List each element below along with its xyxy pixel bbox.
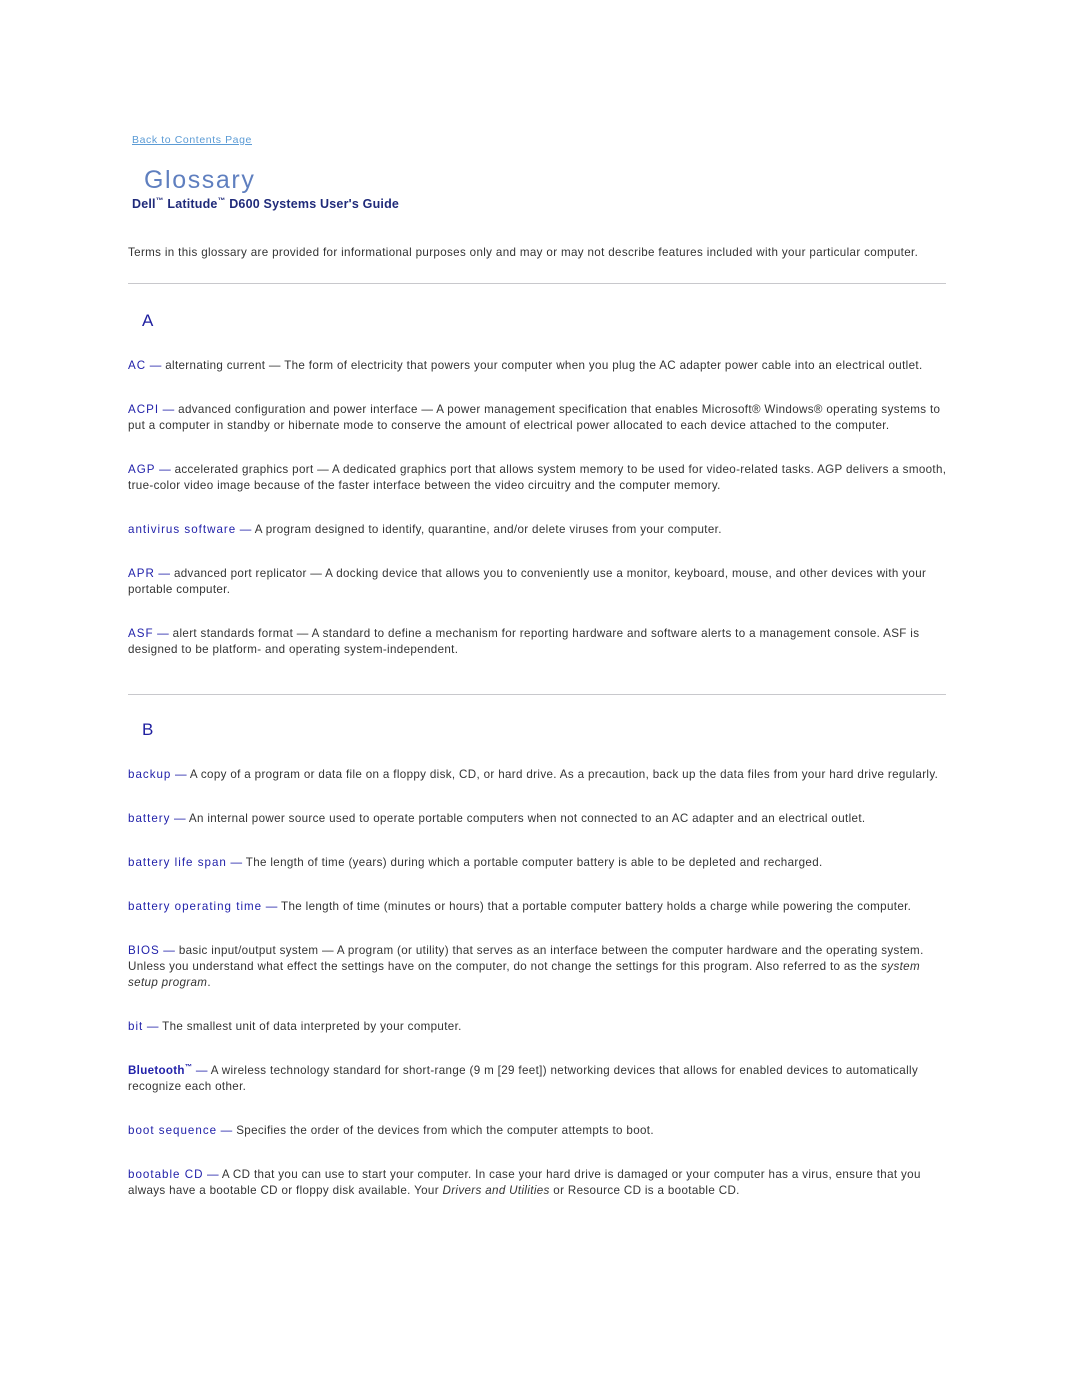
entry-term: ACPI [128,403,160,416]
glossary-entry-ac: AC — alternating current — The form of e… [128,358,950,374]
glossary-entry-battery-operating-time: battery operating time — The length of t… [128,899,950,915]
entry-dash: — [174,812,186,825]
entry-definition: advanced port replicator — A docking dev… [128,567,927,596]
entry-dash: — [157,627,170,640]
page-title: Glossary [144,166,256,194]
entry-dash: — [163,944,176,957]
entry-dash: — [220,1124,233,1137]
entry-definition: alert standards format — A standard to d… [128,627,920,656]
entry-list-b: backup — A copy of a program or data fil… [128,767,960,1199]
glossary-entry-agp: AGP — accelerated graphics port — A dedi… [128,462,950,494]
subtitle-latitude: Latitude [163,197,218,211]
back-to-contents-row: Back to Contents Page [132,130,960,148]
entry-dash: — [174,768,187,781]
subtitle-rest: D600 Systems User's Guide [225,197,400,211]
entry-definition: A copy of a program or data file on a fl… [189,768,939,781]
entry-dash: — [146,1020,159,1033]
trademark-icon: ™ [155,195,164,205]
trademark-icon: ™ [184,1062,193,1072]
glossary-page: Back to Contents Page Glossary Dell™ Lat… [0,0,1080,1397]
entry-dash: — [149,359,162,372]
entry-definition: The length of time (minutes or hours) th… [281,900,912,913]
glossary-entry-backup: backup — A copy of a program or data fil… [128,767,950,783]
entry-term: bootable CD [128,1168,204,1181]
intro-paragraph: Terms in this glossary are provided for … [128,246,919,259]
section-letter-b: B [142,720,154,739]
entry-dash: — [159,463,172,476]
entry-definition-post: or Resource CD is a bootable CD. [549,1184,740,1197]
glossary-entry-bit: bit — The smallest unit of data interpre… [128,1019,950,1035]
section-letter-a: A [142,311,154,330]
entry-term: battery operating time [128,900,263,913]
back-to-contents-link[interactable]: Back to Contents Page [132,134,252,146]
page-subtitle: Dell™ Latitude™ D600 Systems User's Guid… [132,195,960,211]
entry-definition-post: . [207,976,211,989]
entry-definition: Specifies the order of the devices from … [236,1124,654,1137]
entry-term: boot sequence [128,1124,218,1137]
section-a: A AC — alternating current — The form of… [128,284,960,658]
entry-term: AC [128,359,147,372]
entry-definition: alternating current — The form of electr… [165,359,923,372]
entry-term: battery [128,812,171,825]
entry-list-a: AC — alternating current — The form of e… [128,358,960,658]
subtitle-dell: Dell [132,197,156,211]
entry-term: antivirus software [128,523,237,536]
entry-dash: — [195,1064,208,1077]
entry-definition: advanced configuration and power interfa… [128,403,941,432]
entry-dash: — [207,1168,219,1181]
entry-definition-pre: basic input/output system — A program (o… [128,944,924,973]
entry-term: battery life span [128,856,227,869]
entry-term: backup [128,768,172,781]
entry-term: Bluetooth [128,1064,185,1077]
entry-dash: — [162,403,175,416]
entry-definition-italic: Drivers and Utilities [442,1184,550,1197]
glossary-entry-battery: battery — An internal power source used … [128,811,950,827]
glossary-entry-antivirus-software: antivirus software — A program designed … [128,522,950,538]
entry-definition: A program designed to identify, quaranti… [254,523,722,536]
entry-dash: — [230,856,243,869]
glossary-entry-asf: ASF — alert standards format — A standar… [128,626,950,658]
entry-dash: — [239,523,252,536]
entry-term: bit [128,1020,144,1033]
trademark-icon: ™ [217,195,226,205]
glossary-entry-bios: BIOS — basic input/output system — A pro… [128,943,950,991]
glossary-entry-bootable-cd: bootable CD — A CD that you can use to s… [128,1167,950,1199]
entry-dash: — [265,900,278,913]
entry-term: APR [128,567,155,580]
entry-definition: An internal power source used to operate… [188,812,866,825]
section-b: B backup — A copy of a program or data f… [128,695,960,1199]
entry-definition: The length of time (years) during which … [245,856,823,869]
glossary-entry-bluetooth: Bluetooth™ — A wireless technology stand… [128,1063,950,1095]
glossary-entry-boot-sequence: boot sequence — Specifies the order of t… [128,1123,950,1139]
entry-term: BIOS [128,944,160,957]
entry-definition: A wireless technology standard for short… [128,1064,919,1093]
glossary-entry-apr: APR — advanced port replicator — A docki… [128,566,950,598]
entry-term: AGP [128,463,156,476]
entry-dash: — [158,567,171,580]
entry-term: ASF [128,627,154,640]
entry-definition: The smallest unit of data interpreted by… [162,1020,462,1033]
glossary-entry-acpi: ACPI — advanced configuration and power … [128,402,950,434]
entry-definition: accelerated graphics port — A dedicated … [128,463,947,492]
glossary-entry-battery-life-span: battery life span — The length of time (… [128,855,950,871]
